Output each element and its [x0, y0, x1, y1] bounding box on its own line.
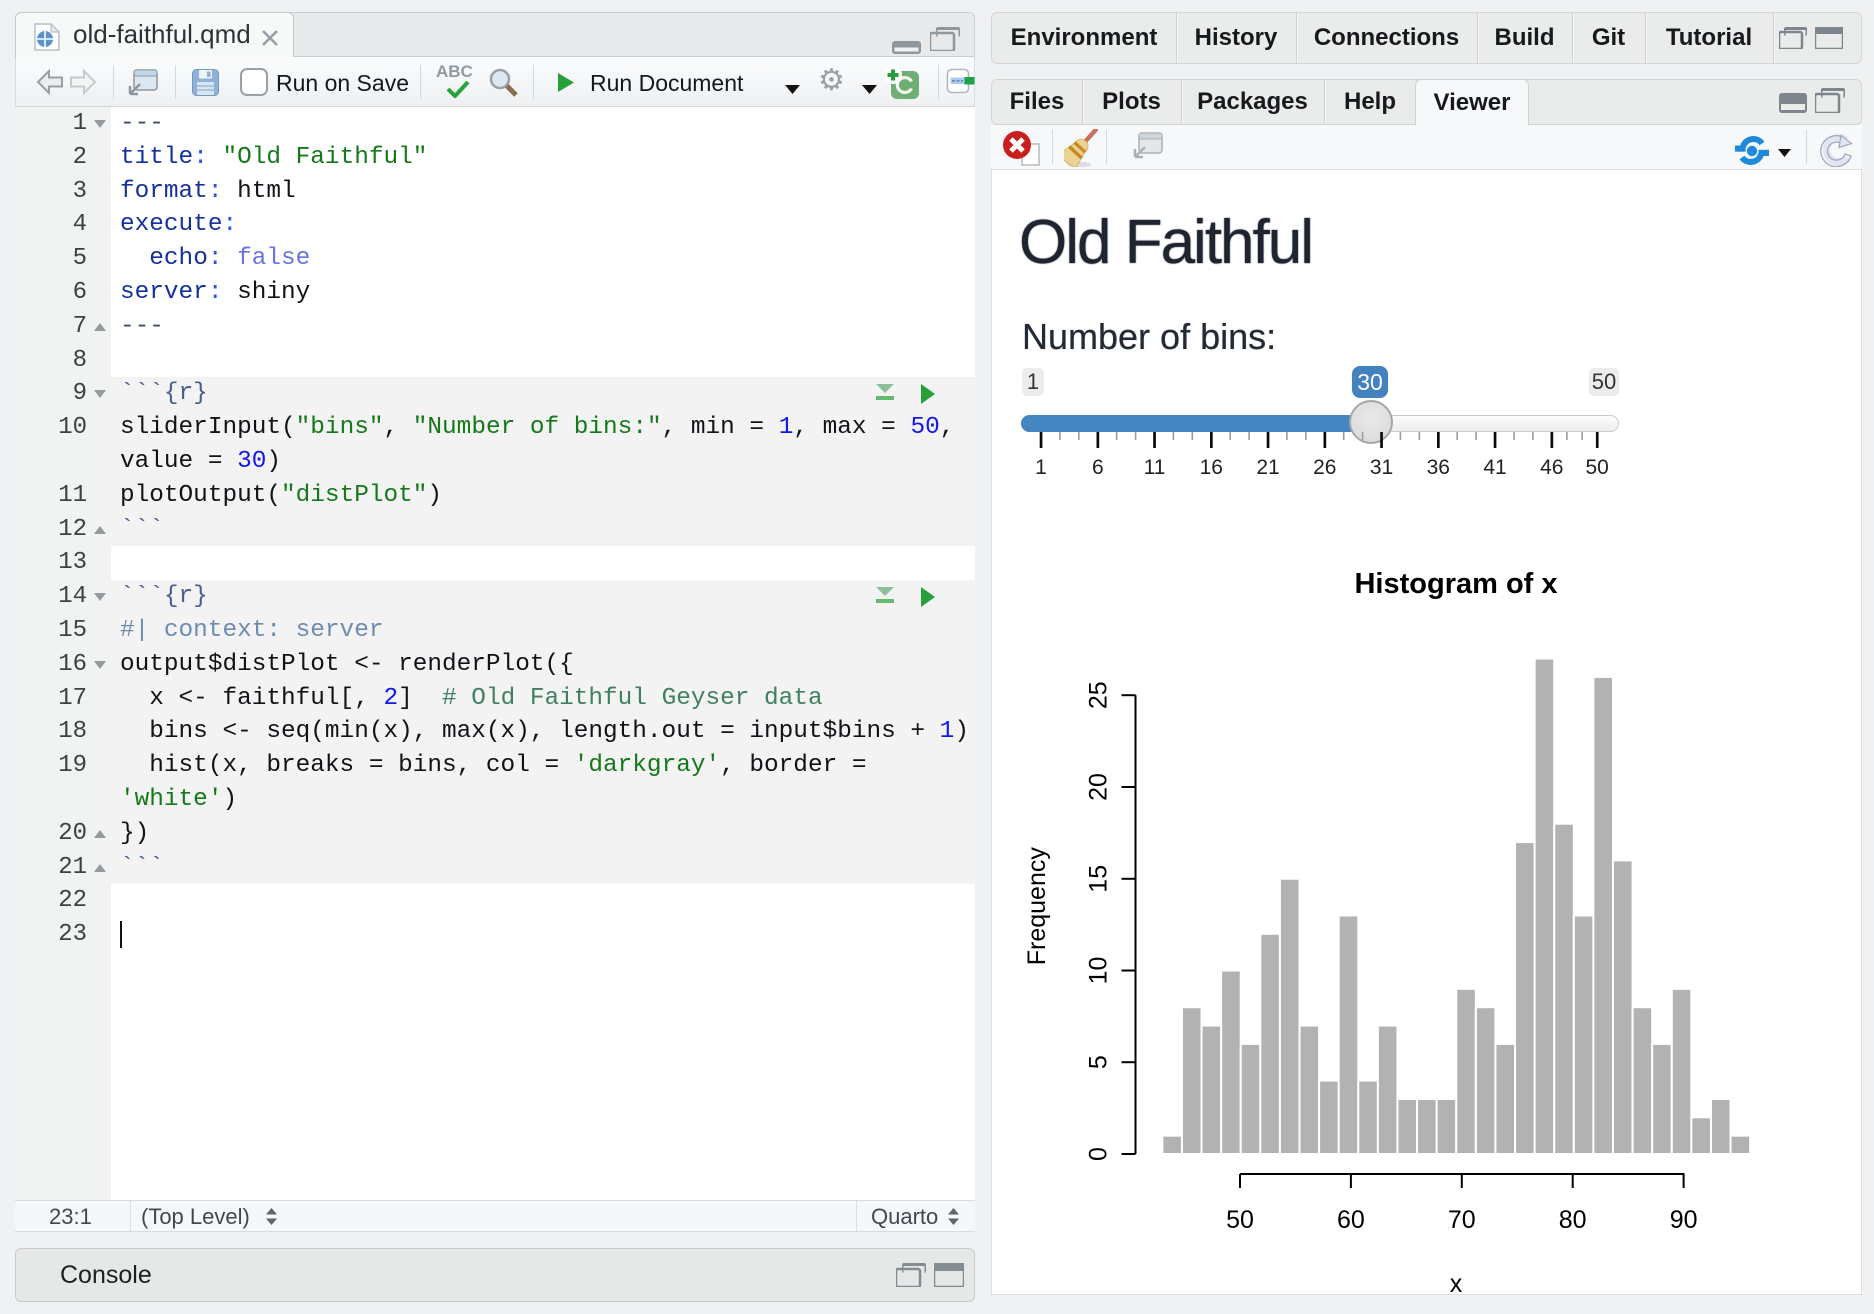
svg-text:80: 80 [1559, 1206, 1587, 1234]
svg-text:Frequency: Frequency [1023, 847, 1051, 966]
svg-text:Histogram of x: Histogram of x [1354, 568, 1557, 600]
svg-text:90: 90 [1670, 1206, 1698, 1234]
svg-text:50: 50 [1226, 1206, 1254, 1234]
svg-text:x: x [1450, 1270, 1463, 1298]
svg-text:0: 0 [1085, 1147, 1113, 1161]
svg-text:10: 10 [1085, 957, 1113, 985]
svg-text:25: 25 [1085, 681, 1113, 709]
svg-text:70: 70 [1448, 1206, 1476, 1234]
svg-text:60: 60 [1337, 1206, 1365, 1234]
svg-text:15: 15 [1085, 865, 1113, 893]
svg-text:20: 20 [1085, 773, 1113, 801]
svg-text:5: 5 [1085, 1055, 1113, 1069]
